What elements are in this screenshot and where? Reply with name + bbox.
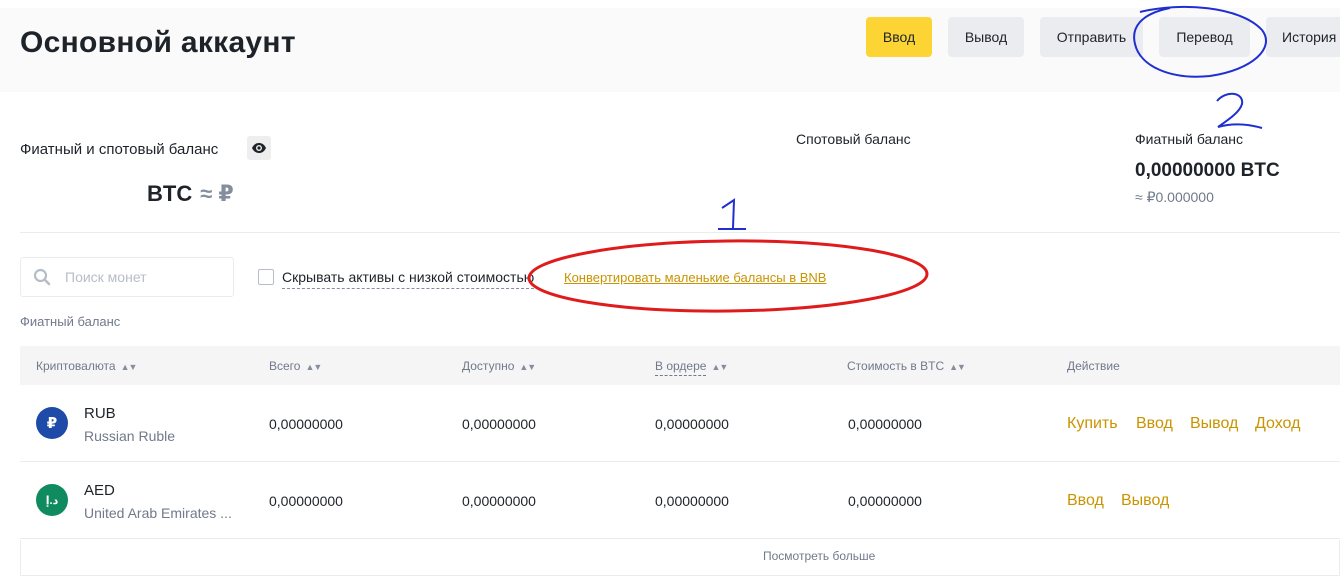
buy-link[interactable]: Купить bbox=[1067, 415, 1118, 433]
col-in-order[interactable]: В ордере ▲▼ bbox=[655, 359, 728, 376]
sort-icon: ▲▼ bbox=[519, 362, 536, 372]
total-balance: BTC ≈ ₽ bbox=[147, 181, 234, 207]
eye-icon[interactable] bbox=[247, 136, 271, 160]
rub-approx: ≈ ₽ bbox=[200, 181, 234, 206]
withdraw-button[interactable]: Вывод bbox=[948, 17, 1024, 57]
show-more-box bbox=[20, 540, 1340, 576]
col-total[interactable]: Всего ▲▼ bbox=[269, 359, 322, 373]
fiat-balance-value: 0,00000000 BTC bbox=[1135, 160, 1280, 181]
coin-name: Russian Ruble bbox=[84, 428, 176, 444]
rub-coin-icon: ₽ bbox=[36, 407, 68, 439]
deposit-link[interactable]: Ввод bbox=[1067, 492, 1104, 510]
cell-in-order: 0,00000000 bbox=[655, 493, 729, 509]
convert-bnb-link[interactable]: Конвертировать маленькие балансы в BNB bbox=[564, 270, 826, 285]
blue-digit-one-annotation bbox=[718, 198, 746, 230]
sort-icon: ▲▼ bbox=[711, 362, 728, 372]
hide-small-label[interactable]: Скрывать активы с низкой стоимостью bbox=[282, 269, 535, 289]
coin-symbol: AED bbox=[84, 482, 115, 499]
cell-available: 0,00000000 bbox=[462, 493, 536, 509]
show-more-link[interactable]: Посмотреть больше bbox=[763, 549, 875, 563]
search-input[interactable] bbox=[65, 269, 215, 285]
balance-title: Фиатный и спотовый баланс bbox=[20, 141, 219, 158]
cell-btc-value: 0,00000000 bbox=[848, 493, 922, 509]
history-button[interactable]: История bbox=[1266, 17, 1340, 57]
cell-in-order: 0,00000000 bbox=[655, 416, 729, 432]
fiat-balance-rub: ≈ ₽0.000000 bbox=[1135, 189, 1214, 205]
coin-name: United Arab Emirates ... bbox=[84, 505, 232, 521]
cell-available: 0,00000000 bbox=[462, 416, 536, 432]
send-button[interactable]: Отправить bbox=[1040, 17, 1143, 57]
withdraw-link[interactable]: Вывод bbox=[1121, 492, 1169, 510]
fiat-balance-label: Фиатный баланс bbox=[1135, 131, 1244, 147]
btc-unit: BTC bbox=[147, 181, 193, 206]
sort-icon: ▲▼ bbox=[949, 362, 966, 372]
cell-total: 0,00000000 bbox=[269, 493, 343, 509]
coin-symbol: RUB bbox=[84, 405, 116, 422]
table-row: د.إ AED United Arab Emirates ... 0,00000… bbox=[20, 462, 1340, 539]
cell-btc-value: 0,00000000 bbox=[848, 416, 922, 432]
withdraw-link[interactable]: Вывод bbox=[1190, 415, 1238, 433]
blue-digit-two-annotation bbox=[1216, 92, 1263, 129]
search-box[interactable] bbox=[20, 257, 234, 297]
spot-balance-label: Спотовый баланс bbox=[796, 131, 911, 147]
col-crypto[interactable]: Криптовалюта ▲▼ bbox=[36, 359, 138, 373]
hide-small-checkbox[interactable] bbox=[258, 269, 274, 285]
table-row: ₽ RUB Russian Ruble 0,00000000 0,0000000… bbox=[20, 385, 1340, 462]
fiat-section-label: Фиатный баланс bbox=[20, 314, 121, 329]
earn-link[interactable]: Доход bbox=[1255, 415, 1300, 433]
sort-icon: ▲▼ bbox=[120, 362, 138, 372]
search-icon bbox=[33, 268, 51, 286]
deposit-button[interactable]: Ввод bbox=[866, 17, 932, 57]
sort-icon: ▲▼ bbox=[305, 362, 322, 372]
col-available[interactable]: Доступно ▲▼ bbox=[462, 359, 536, 373]
transfer-button[interactable]: Перевод bbox=[1159, 17, 1250, 57]
divider bbox=[20, 232, 1340, 233]
cell-total: 0,00000000 bbox=[269, 416, 343, 432]
aed-coin-icon: د.إ bbox=[36, 484, 68, 516]
page-title: Основной аккаунт bbox=[20, 26, 296, 59]
col-btc-value[interactable]: Стоимость в BTC ▲▼ bbox=[847, 359, 966, 373]
deposit-link[interactable]: Ввод bbox=[1136, 415, 1173, 433]
col-action: Действие bbox=[1067, 359, 1120, 373]
